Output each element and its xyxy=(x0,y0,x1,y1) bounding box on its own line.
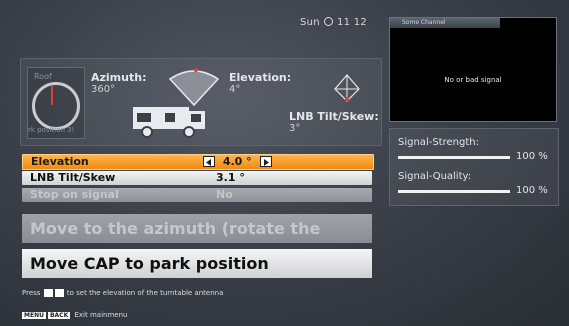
menu-key-badge: MENU xyxy=(22,312,46,319)
clock-day: Sun xyxy=(300,17,320,28)
menu-row-value: 3.1 ° xyxy=(216,171,245,184)
signal-panel: Signal-Strength: 100 % Signal-Quality: 1… xyxy=(389,128,559,206)
channel-tab: Some Channel xyxy=(390,18,500,28)
video-status-message: No or bad signal xyxy=(444,76,502,84)
camper-van-icon xyxy=(133,107,205,138)
signal-strength-value: 100 % xyxy=(516,151,548,162)
right-key-icon xyxy=(54,289,64,297)
dial-park-label: rk position 3! xyxy=(28,126,75,134)
footer-keys: MENU BACK Exit mainmenu xyxy=(22,311,127,319)
dial-needle-icon xyxy=(51,85,53,105)
menu-row-elevation[interactable]: Elevation 4.0 ° xyxy=(22,154,374,170)
menu-row-value: 4.0 ° xyxy=(222,155,252,168)
menu-row-label: Elevation xyxy=(31,155,89,168)
elevation-stepper[interactable]: 4.0 ° xyxy=(203,155,293,169)
azimuth-value: 360° xyxy=(91,84,116,95)
menu-row-label: LNB Tilt/Skew xyxy=(30,171,116,184)
left-key-icon xyxy=(43,289,53,297)
azimuth-dial-box: Roof rk position 3! xyxy=(27,67,85,139)
lnb-tilt-icon xyxy=(334,74,360,102)
video-preview: Some Channel No or bad signal xyxy=(389,17,557,122)
hint-text: Press to set the elevation of the turnta… xyxy=(22,289,223,297)
right-arrow-icon[interactable] xyxy=(259,156,272,167)
lnb-tilt-label: LNB Tilt/Skew: xyxy=(289,110,379,123)
hint-pre: Press xyxy=(22,289,41,297)
clock: Sun 11 12 xyxy=(300,17,367,28)
signal-quality-value: 100 % xyxy=(516,185,548,196)
move-to-azimuth-button[interactable]: Move to the azimuth (rotate the anten... xyxy=(22,214,372,267)
menu-row-stop-on-signal[interactable]: Stop on signal No xyxy=(22,188,372,202)
menu-row-label: Stop on signal xyxy=(30,188,119,201)
lnb-tilt-value: 3° xyxy=(289,123,301,134)
hint-post: to set the elevation of the turntable an… xyxy=(66,289,224,297)
dial-roof-label: Roof xyxy=(34,72,52,81)
clock-icon xyxy=(323,17,333,26)
azimuth-label: Azimuth: xyxy=(91,71,147,84)
menu-row-lnb-tilt[interactable]: LNB Tilt/Skew 3.1 ° xyxy=(22,171,372,185)
signal-quality-label: Signal-Quality: xyxy=(398,171,472,182)
clock-time: 11 12 xyxy=(336,17,368,28)
left-arrow-icon[interactable] xyxy=(203,156,215,167)
exit-mainmenu-label: Exit mainmenu xyxy=(74,311,128,319)
back-key-badge: BACK xyxy=(47,312,71,319)
signal-quality-bar xyxy=(398,190,510,193)
elevation-label: Elevation: xyxy=(229,71,292,84)
move-to-park-button[interactable]: Move CAP to park position xyxy=(22,249,372,278)
signal-strength-label: Signal-Strength: xyxy=(398,137,479,148)
elevation-value: 4° xyxy=(229,84,241,95)
signal-strength-bar xyxy=(398,156,510,159)
azimuth-dial-icon xyxy=(32,82,80,130)
menu-row-value: No xyxy=(216,188,233,201)
antenna-status-panel: Roof rk position 3! Azimuth: 360° Elevat… xyxy=(20,58,382,146)
